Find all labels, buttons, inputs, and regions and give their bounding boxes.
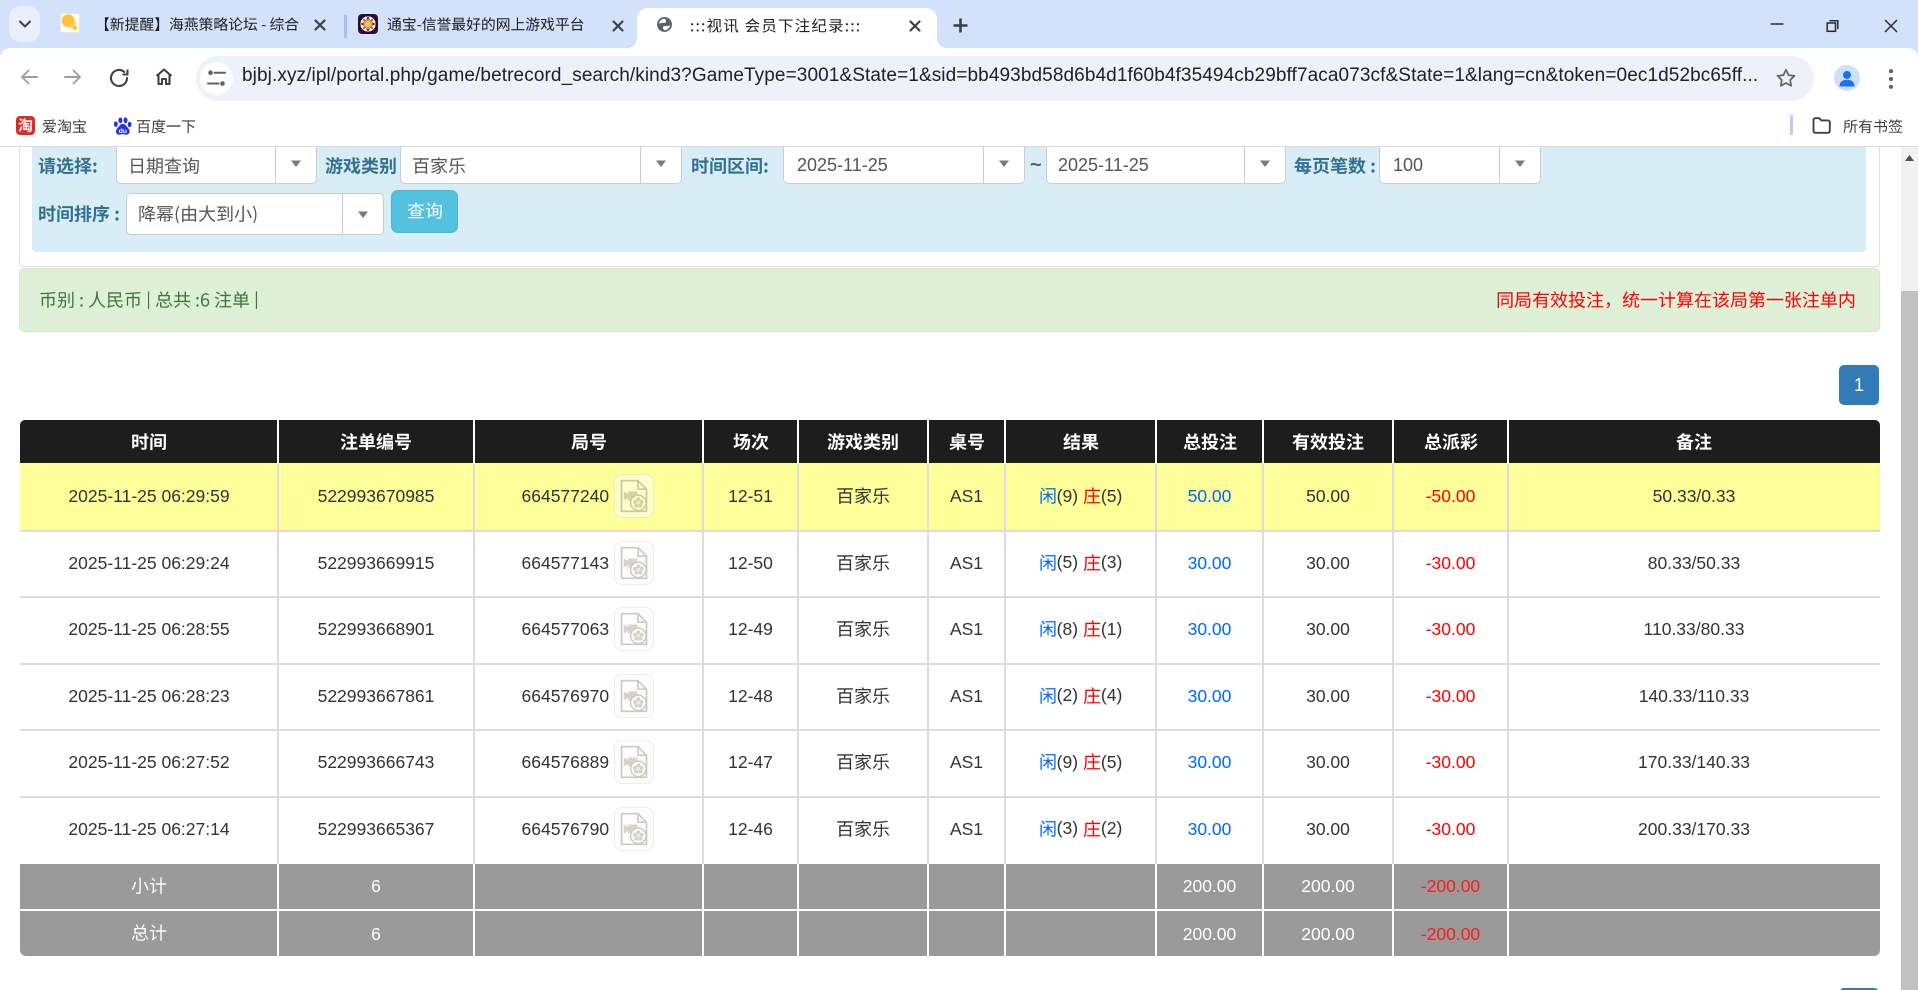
svg-text:du: du	[119, 128, 127, 135]
